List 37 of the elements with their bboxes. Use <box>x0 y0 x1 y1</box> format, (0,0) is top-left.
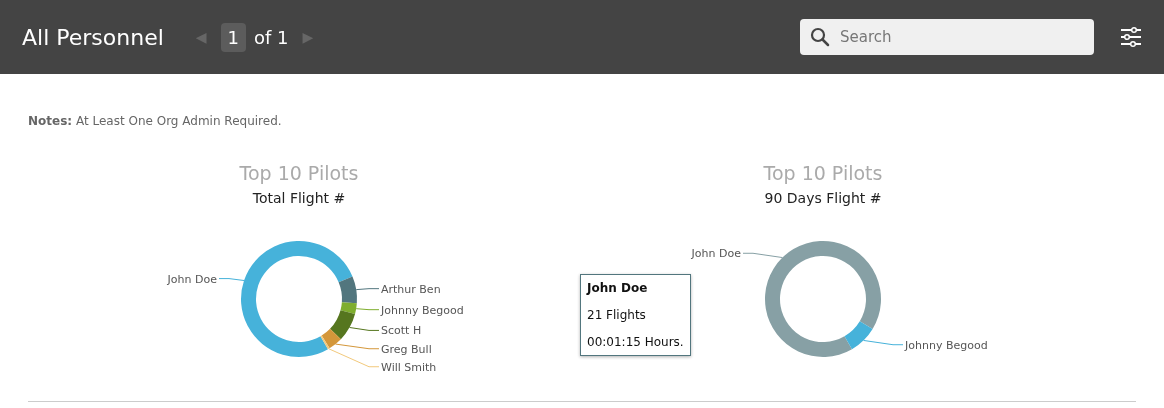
chart-title: Top 10 Pilots <box>763 162 883 184</box>
chart-slice[interactable] <box>330 310 355 340</box>
chart-subtitle: Total Flight # <box>252 190 346 206</box>
slice-label: Greg Bull <box>381 342 432 356</box>
tooltip-title: John Doe <box>587 281 649 295</box>
tooltip-text: 21 Flights <box>587 308 647 322</box>
chart-slice[interactable] <box>338 276 357 304</box>
page-number[interactable]: 1 <box>220 22 247 52</box>
chart-slice[interactable] <box>321 328 341 349</box>
chart-title: Top 10 Pilots <box>239 162 359 184</box>
settings-icon[interactable] <box>1120 26 1142 48</box>
chart-slice[interactable] <box>765 241 881 357</box>
slice-label: Johnny Begood <box>905 338 988 352</box>
notes-text: Notes: At Least One Org Admin Required. <box>28 114 283 128</box>
leader-line <box>863 339 904 346</box>
previous-page-button[interactable]: ◀ <box>189 29 213 45</box>
next-page-button[interactable]: ▶ <box>296 29 320 45</box>
leader-line <box>218 278 245 281</box>
leader-line <box>742 252 783 259</box>
slice-label: Will Smith <box>381 360 437 374</box>
slice-label: John Doe <box>167 272 217 286</box>
leader-line <box>355 288 380 291</box>
slice-label: Scott H <box>381 324 422 338</box>
page-count: of 1 <box>254 26 289 48</box>
slice-label: John Doe <box>691 247 741 261</box>
leader-line <box>349 326 380 331</box>
chart-slice[interactable] <box>340 302 357 314</box>
chart-slice[interactable] <box>844 321 873 350</box>
leader-line <box>355 308 380 311</box>
slice-label: Johnny Begood <box>381 303 464 317</box>
slice-label: Arthur Ben <box>381 282 441 296</box>
search-field[interactable]: Search <box>800 19 1094 55</box>
tooltip-text: 00:01:15 Hours. <box>587 335 684 349</box>
page-title: All Personnel <box>22 24 164 50</box>
chart-subtitle: 90 Days Flight # <box>764 190 882 206</box>
chart-slice[interactable] <box>241 241 353 357</box>
search-icon <box>810 27 830 47</box>
